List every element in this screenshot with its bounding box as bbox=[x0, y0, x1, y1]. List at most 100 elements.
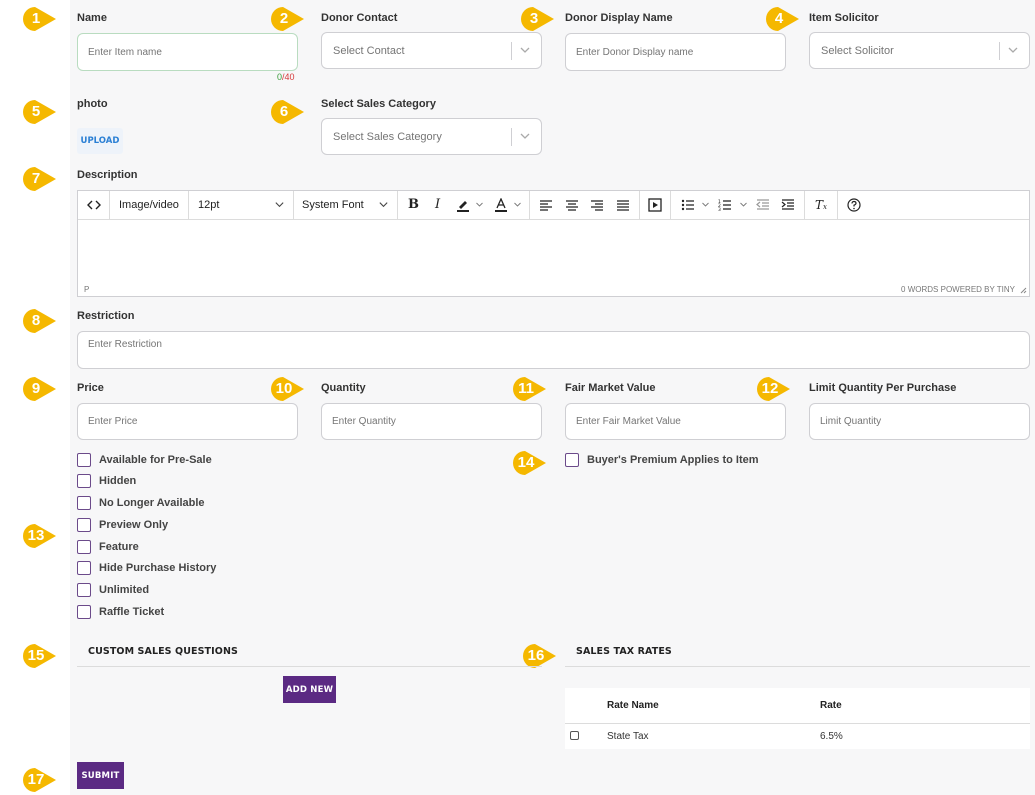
callout-marker-3: 3 bbox=[520, 6, 556, 32]
sales-tax-rates-title: SALES TAX RATES bbox=[576, 646, 672, 657]
name-char-counter: 0/40 bbox=[277, 72, 295, 82]
checkbox-label: Hidden bbox=[99, 475, 137, 487]
checkbox-unlimited[interactable] bbox=[77, 583, 91, 597]
numbered-list-icon[interactable]: 123 bbox=[718, 198, 732, 212]
limit-quantity-input[interactable]: Limit Quantity bbox=[809, 403, 1030, 440]
column-header-rate: Rate bbox=[820, 700, 842, 711]
font-size-select[interactable]: 12pt bbox=[198, 199, 219, 211]
chevron-down-icon bbox=[514, 202, 521, 207]
chevron-down-icon bbox=[740, 202, 747, 207]
bullet-list-icon[interactable] bbox=[681, 198, 695, 212]
row-checkbox[interactable] bbox=[570, 731, 579, 740]
donor-display-name-input[interactable]: Enter Donor Display name bbox=[565, 33, 786, 71]
image-video-button[interactable]: Image/video bbox=[119, 199, 179, 211]
chevron-down-icon bbox=[520, 133, 530, 139]
callout-marker-14: 14 bbox=[512, 450, 548, 476]
table-cell-rate-name: State Tax bbox=[607, 731, 649, 742]
chevron-down-icon bbox=[702, 202, 709, 207]
description-editor: Image/video 12pt System Font B I 123 Tx bbox=[77, 190, 1030, 297]
tax-rates-table: Rate Name Rate State Tax 6.5% bbox=[565, 688, 1030, 749]
sales-category-label: Select Sales Category bbox=[321, 98, 436, 110]
bold-icon[interactable]: B bbox=[408, 197, 419, 212]
quantity-input[interactable]: Enter Quantity bbox=[321, 403, 542, 440]
callout-marker-6: 6 bbox=[270, 99, 306, 125]
checkbox-raffle-ticket[interactable] bbox=[77, 605, 91, 619]
donor-contact-select[interactable]: Select Contact bbox=[321, 32, 542, 69]
chevron-down-icon bbox=[476, 202, 483, 207]
item-solicitor-select[interactable]: Select Solicitor bbox=[809, 32, 1030, 69]
limit-quantity-label: Limit Quantity Per Purchase bbox=[809, 382, 957, 394]
chevron-down-icon bbox=[379, 202, 388, 208]
indent-icon[interactable] bbox=[781, 198, 795, 212]
checkbox-buyers-premium[interactable] bbox=[565, 453, 579, 467]
source-code-icon[interactable] bbox=[87, 198, 101, 212]
callout-marker-17: 17 bbox=[22, 767, 58, 793]
form-panel bbox=[70, 0, 1035, 795]
checkbox-available-pre-sale[interactable] bbox=[77, 453, 91, 467]
item-name-input[interactable]: Enter Item name bbox=[77, 33, 298, 71]
divider bbox=[565, 666, 1030, 667]
editor-toolbar: Image/video 12pt System Font B I 123 Tx bbox=[78, 191, 1029, 220]
sales-category-select[interactable]: Select Sales Category bbox=[321, 118, 542, 155]
checkbox-label: Available for Pre-Sale bbox=[99, 454, 212, 466]
font-family-select[interactable]: System Font bbox=[302, 199, 364, 211]
callout-marker-10: 10 bbox=[270, 376, 306, 402]
editor-content-area[interactable] bbox=[78, 221, 1029, 284]
editor-status-bar: P 0 WORDS POWERED BY TINY bbox=[78, 284, 1029, 296]
text-color-icon[interactable] bbox=[494, 198, 508, 212]
custom-sales-questions-title: CUSTOM SALES QUESTIONS bbox=[88, 646, 238, 657]
chevron-down-icon bbox=[1008, 47, 1018, 53]
price-input[interactable]: Enter Price bbox=[77, 403, 298, 440]
restriction-label: Restriction bbox=[77, 310, 135, 322]
callout-marker-9: 9 bbox=[22, 376, 58, 402]
checkbox-no-longer-available[interactable] bbox=[77, 496, 91, 510]
word-count-powered-by: 0 WORDS POWERED BY TINY bbox=[901, 285, 1015, 294]
donor-contact-value: Select Contact bbox=[333, 44, 405, 57]
highlight-color-icon[interactable] bbox=[456, 198, 470, 212]
donor-contact-label: Donor Contact bbox=[321, 12, 398, 24]
element-path: P bbox=[84, 285, 90, 294]
outdent-icon[interactable] bbox=[756, 198, 770, 212]
italic-icon[interactable]: I bbox=[435, 197, 440, 212]
clear-formatting-icon[interactable]: Tx bbox=[815, 198, 827, 212]
checkbox-feature[interactable] bbox=[77, 540, 91, 554]
align-right-icon[interactable] bbox=[590, 198, 604, 212]
name-label: Name bbox=[77, 12, 107, 24]
description-label: Description bbox=[77, 169, 138, 181]
divider bbox=[565, 723, 1030, 724]
media-embed-icon[interactable] bbox=[648, 198, 662, 212]
checkbox-label: No Longer Available bbox=[99, 497, 205, 509]
fair-market-value-input[interactable]: Enter Fair Market Value bbox=[565, 403, 786, 440]
callout-marker-7: 7 bbox=[22, 166, 58, 192]
quantity-label: Quantity bbox=[321, 382, 366, 394]
checkbox-label: Unlimited bbox=[99, 584, 150, 596]
checkbox-hidden[interactable] bbox=[77, 474, 91, 488]
checkbox-preview-only[interactable] bbox=[77, 518, 91, 532]
resize-handle-icon[interactable] bbox=[1019, 286, 1027, 294]
price-label: Price bbox=[77, 382, 104, 394]
submit-button[interactable]: SUBMIT bbox=[77, 762, 124, 789]
chevron-down-icon bbox=[520, 47, 530, 53]
help-icon[interactable] bbox=[847, 198, 861, 212]
align-justify-icon[interactable] bbox=[616, 198, 630, 212]
checkbox-hide-purchase-history[interactable] bbox=[77, 561, 91, 575]
chevron-down-icon bbox=[275, 202, 284, 208]
add-new-button[interactable]: ADD NEW bbox=[283, 676, 336, 703]
donor-display-name-label: Donor Display Name bbox=[565, 12, 673, 24]
upload-button[interactable]: UPLOAD bbox=[77, 128, 123, 154]
item-solicitor-label: Item Solicitor bbox=[809, 12, 879, 24]
restriction-textarea[interactable]: Enter Restriction bbox=[77, 331, 1030, 369]
divider bbox=[77, 666, 542, 667]
checkbox-label: Raffle Ticket bbox=[99, 606, 165, 618]
align-center-icon[interactable] bbox=[565, 198, 579, 212]
callout-marker-11: 11 bbox=[512, 376, 548, 402]
callout-marker-15: 15 bbox=[22, 643, 58, 669]
callout-marker-13: 13 bbox=[22, 523, 58, 549]
callout-marker-1: 1 bbox=[22, 6, 58, 32]
svg-text:3: 3 bbox=[718, 207, 721, 212]
item-solicitor-value: Select Solicitor bbox=[821, 44, 894, 57]
photo-label: photo bbox=[77, 98, 108, 110]
align-left-icon[interactable] bbox=[539, 198, 553, 212]
callout-marker-8: 8 bbox=[22, 308, 58, 334]
checkbox-label: Preview Only bbox=[99, 519, 169, 531]
